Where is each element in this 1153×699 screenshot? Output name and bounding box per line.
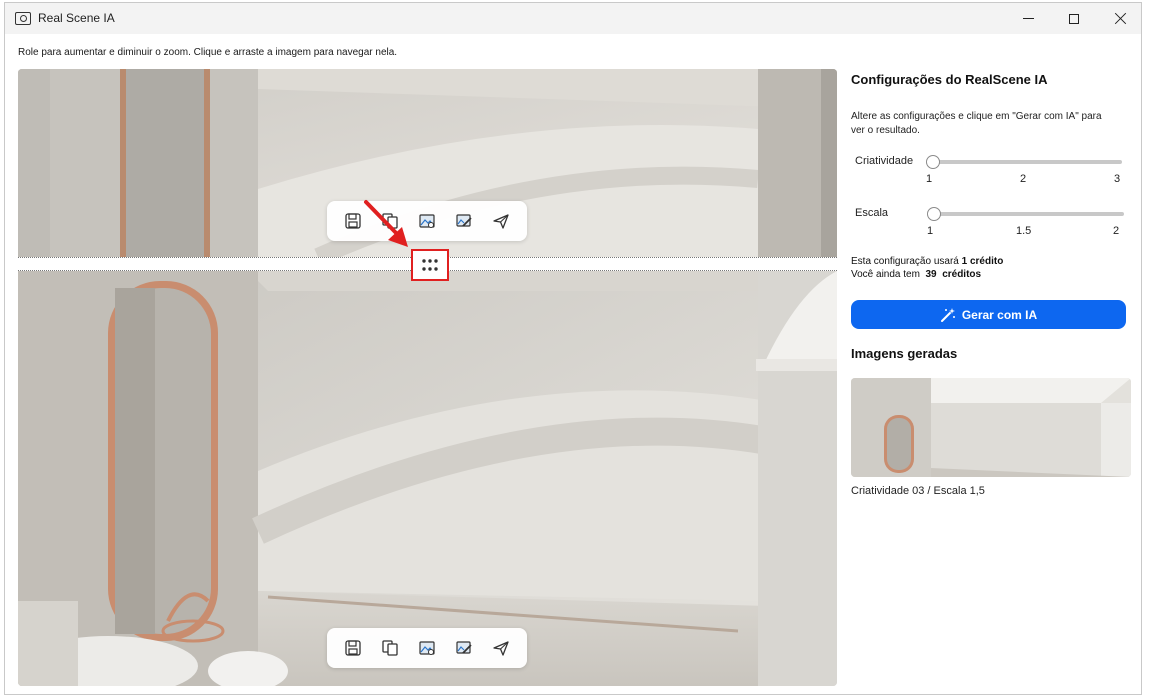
creativity-label: Criatividade [855, 155, 914, 167]
scale-thumb[interactable] [927, 207, 941, 221]
camera-icon [15, 12, 31, 25]
settings-panel: Configurações do RealScene IA Altere as … [851, 3, 1141, 694]
image-settings-button[interactable] [415, 209, 439, 233]
creativity-tick: 1 [926, 173, 933, 185]
image-settings-button[interactable] [415, 636, 439, 660]
copy-icon [382, 640, 398, 656]
thumbnail-caption: Criatividade 03 / Escala 1,5 [851, 485, 985, 497]
instructions-text: Role para aumentar e diminuir o zoom. Cl… [18, 47, 398, 58]
generated-thumbnail-image [851, 378, 1131, 477]
credit-usage-value: 1 crédito [961, 256, 1004, 267]
scale-tick: 2 [1113, 225, 1120, 237]
send-icon [492, 641, 509, 656]
scale-track[interactable] [931, 212, 1124, 216]
image-toolbar-top [327, 201, 527, 241]
edit-image-button[interactable] [452, 636, 476, 660]
generated-bathroom-image [18, 271, 837, 686]
scale-tick: 1.5 [1016, 225, 1032, 237]
image-compare-viewer[interactable] [18, 69, 837, 686]
magic-wand-icon [940, 307, 955, 322]
generate-button-label: Gerar com IA [961, 307, 1038, 322]
edit-image-icon [456, 214, 472, 227]
drag-handle[interactable] [411, 249, 449, 281]
window-title: Real Scene IA [38, 11, 115, 25]
copy-button[interactable] [378, 636, 402, 660]
generate-with-ai-button[interactable]: Gerar com IA [851, 300, 1126, 329]
creativity-track[interactable] [929, 160, 1122, 164]
generated-images-title: Imagens geradas [851, 346, 958, 361]
credit-balance-text: Você ainda tem 39 créditos [851, 269, 981, 280]
red-arrow-annotation [364, 200, 408, 247]
save-button[interactable] [341, 636, 365, 660]
app-window: Real Scene IA Role para aumentar e dimin… [4, 2, 1142, 695]
credit-balance-suffix: créditos [942, 269, 982, 280]
scale-label: Escala [855, 207, 889, 219]
creativity-tick: 2 [1020, 173, 1027, 185]
credit-balance-value: 39 [925, 269, 937, 280]
image-settings-icon [419, 641, 435, 655]
edit-image-icon [456, 641, 472, 654]
scale-tick: 1 [927, 225, 934, 237]
creativity-tick: 3 [1114, 173, 1121, 185]
send-button[interactable] [489, 209, 513, 233]
generated-image-pane[interactable] [18, 271, 837, 686]
generated-image-thumbnail[interactable] [851, 378, 1131, 477]
credit-usage-prefix: Esta configuração usará [851, 256, 959, 267]
send-icon [492, 214, 509, 229]
panel-description: Altere as configurações e clique em "Ger… [851, 111, 1102, 136]
panel-title: Configurações do RealScene IA [851, 72, 1048, 87]
grip-dots-icon [422, 259, 438, 271]
credit-balance-prefix: Você ainda tem [851, 269, 920, 280]
save-icon [345, 640, 362, 656]
send-button[interactable] [489, 636, 513, 660]
image-toolbar-bottom [327, 628, 527, 668]
creativity-thumb[interactable] [926, 155, 940, 169]
edit-image-button[interactable] [452, 209, 476, 233]
image-settings-icon [419, 214, 435, 228]
credit-usage-text: Esta configuração usará 1 crédito [851, 256, 1003, 267]
